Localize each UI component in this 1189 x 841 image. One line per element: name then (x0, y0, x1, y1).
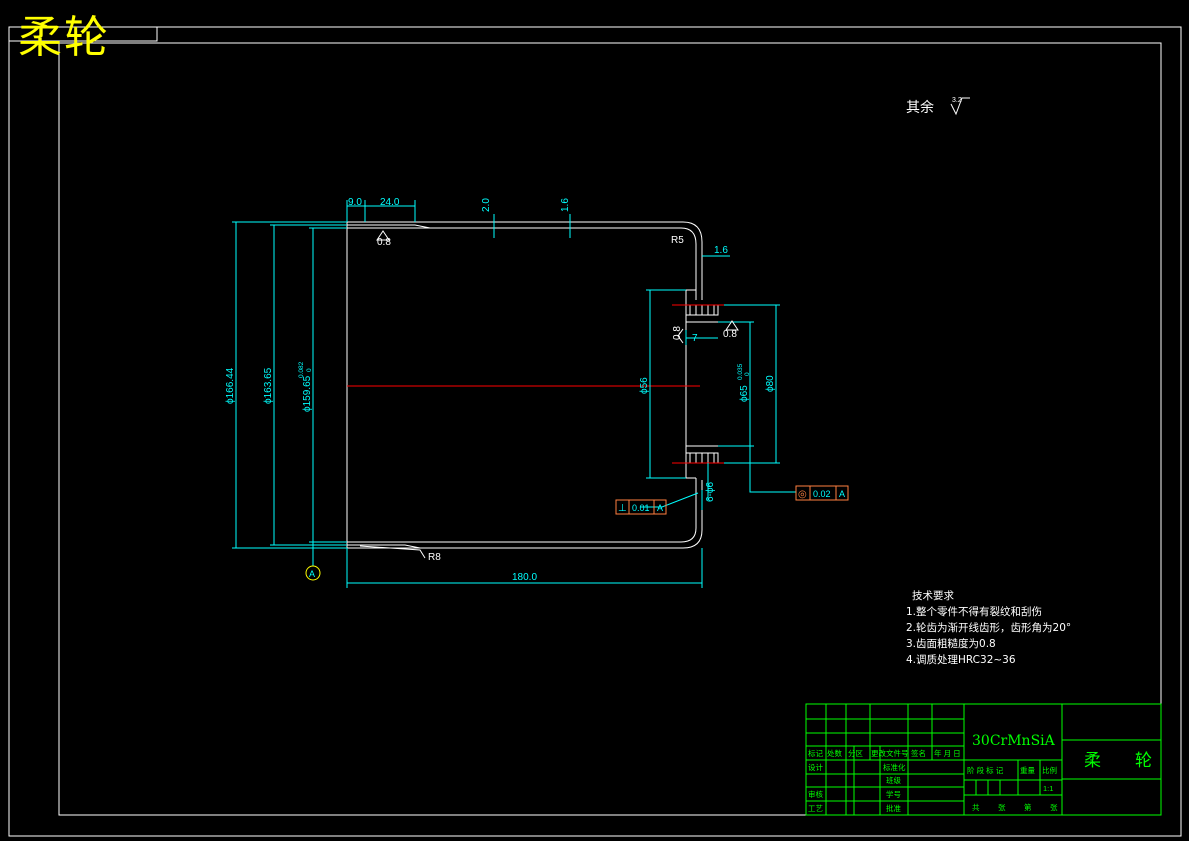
tech-item: 2.轮齿为渐开线齿形，齿形角为20° (906, 622, 1072, 634)
col-label-2: 分区 (848, 749, 863, 758)
datum-label: A (309, 569, 315, 579)
col-label-3: 更改文件号 (871, 748, 909, 758)
dim-d163: ϕ163.65 (263, 367, 274, 404)
tol-d65-upper: 0.035 (737, 363, 744, 380)
svg-text:A: A (657, 503, 663, 513)
row-label-0: 设计 (808, 762, 823, 772)
centerlines (347, 304, 724, 464)
col-label-4: 签名 (911, 748, 926, 758)
tolerance-perpendicularity: ⊥ 0.01 A (615, 499, 667, 515)
tol-d159-lower: 0 (306, 368, 313, 372)
dim-holes: 6-ϕ6 (705, 482, 716, 502)
dim-d80: ϕ80 (765, 375, 776, 392)
cad-drawing: 其余 3.2 9.0 24.0 180.0 1.6 7 2.0 1.6 ϕ166… (8, 26, 1182, 837)
outer-border (8, 26, 1182, 837)
svg-text:◎: ◎ (798, 489, 807, 500)
tech-item: 3.齿面粗糙度为0.8 (906, 638, 996, 650)
inner-frame (58, 42, 1162, 816)
dim-d166: ϕ166.44 (225, 367, 236, 404)
dim-7: 7 (692, 333, 698, 344)
tech-item: 1.整个零件不得有裂纹和刮伤 (906, 606, 1043, 618)
mid-label-1: 班级 (886, 775, 901, 785)
sheet-label-3: 张 (1050, 803, 1058, 812)
roughness-note: 其余 (906, 99, 934, 115)
rough-08-c: 0.8 (672, 326, 683, 340)
rough-08-a: 0.8 (377, 237, 391, 248)
scale-value: 1:1 (1043, 784, 1053, 793)
stage-label-0: 阶 段 标 记 (967, 765, 1004, 775)
dim-16-right: 1.6 (714, 245, 728, 256)
dim-180: 180.0 (512, 572, 537, 583)
col-label-5: 年 月 日 (934, 748, 961, 758)
mid-label-0: 标准化 (883, 762, 906, 772)
sheet-label-2: 第 (1024, 802, 1032, 812)
tech-heading: 技术要求 (912, 590, 954, 602)
dim-d65: ϕ65 (739, 385, 750, 402)
svg-text:⊥: ⊥ (618, 503, 627, 514)
tech-item: 4.调质处理HRC32~36 (906, 654, 1016, 666)
radius-r8: R8 (428, 552, 441, 563)
roughness-marks (376, 230, 739, 344)
tol-d159-upper: 0.082 (298, 361, 305, 378)
mid-label-2: 学号 (886, 789, 901, 799)
sheet-label-0: 共 (972, 803, 980, 812)
row-label-2: 工艺 (808, 804, 823, 813)
sheet-label-1: 张 (998, 803, 1006, 812)
radius-r5: R5 (671, 235, 684, 246)
dim-24: 24.0 (380, 197, 400, 208)
stage-label-2: 比例 (1042, 765, 1057, 775)
dim-16-top: 1.6 (560, 198, 571, 212)
tolerance-concentricity: ◎ 0.02 A (795, 485, 849, 501)
dim-d56: ϕ56 (639, 377, 650, 394)
col-label-0: 标记 (808, 748, 823, 758)
tol-d65-lower: 0 (744, 372, 751, 376)
mid-label-3: 批准 (886, 803, 901, 813)
dim-9: 9.0 (348, 197, 362, 208)
rough-08-b: 0.8 (723, 329, 737, 340)
stage-label-1: 重量 (1020, 766, 1036, 775)
stamp-title: 柔轮 (18, 12, 110, 63)
dim-2: 2.0 (481, 198, 492, 212)
dim-d159: ϕ159.65 (302, 375, 313, 412)
svg-text:0.02: 0.02 (813, 489, 831, 499)
svg-text:0.01: 0.01 (632, 503, 650, 513)
dimension-lines (232, 200, 796, 588)
material-label: 30CrMnSiA (972, 733, 1056, 749)
part-name: 柔 轮 (1084, 751, 1152, 770)
col-label-1: 处数 (827, 748, 842, 758)
row-label-1: 审核 (808, 789, 823, 799)
svg-text:A: A (839, 489, 845, 499)
technical-requirements: 技术要求 1.整个零件不得有裂纹和刮伤 2.轮齿为渐开线齿形，齿形角为20° 3… (906, 588, 1071, 668)
